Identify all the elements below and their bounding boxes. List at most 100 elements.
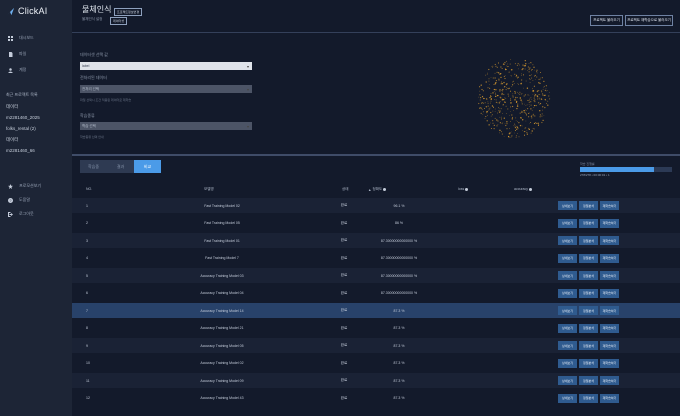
info-icon[interactable] bbox=[529, 187, 533, 191]
dataset-select[interactable]: label ▾ bbox=[80, 62, 252, 70]
table-row[interactable]: 9 Accuracy Training Model 05 완료 87.3 % 상세보기 정… bbox=[72, 338, 680, 353]
table-row[interactable]: 11 Accuracy Training Model 09 완료 87.3 % 상세보기… bbox=[72, 373, 680, 388]
viz-dot bbox=[501, 68, 503, 69]
table-row[interactable]: 5 Accuracy Training Model 03 완료 87.30000000… bbox=[72, 268, 680, 283]
dataset-badge[interactable]: 데이터셋 bbox=[110, 17, 128, 25]
nav-promotion[interactable]: 프로모션보기 bbox=[8, 183, 41, 189]
viz-dot bbox=[516, 133, 518, 135]
nav-logout[interactable]: 로그아웃 bbox=[8, 211, 34, 217]
retrain-button[interactable]: 재학습하기 bbox=[600, 271, 619, 280]
table-row[interactable]: 8 Accuracy Training Model 21 완료 87.3 % 상세보기 정… bbox=[72, 320, 680, 336]
detail-button[interactable]: 상세보기 bbox=[558, 376, 577, 385]
analysis-button[interactable]: 정밀분석 bbox=[579, 253, 598, 263]
table-row[interactable]: 2 Fast Training Model 05 완료 86 % 상세보기 정밀분석 재학습… bbox=[72, 215, 680, 231]
viz-dot bbox=[499, 129, 501, 131]
detail-button[interactable]: 상세보기 bbox=[558, 201, 577, 210]
table-row[interactable]: 3 Fast Training Model 01 완료 87.300000000000… bbox=[72, 233, 680, 248]
retrain-button[interactable]: 재학습하기 bbox=[600, 341, 619, 350]
retrain-button[interactable]: 재학습하기 bbox=[600, 236, 619, 245]
analysis-button[interactable]: 정밀분석 bbox=[579, 201, 598, 210]
analysis-button[interactable]: 정밀분석 bbox=[579, 376, 598, 385]
table-row[interactable]: 7 Accuracy Training Model 14 완료 87.3 % 상세보기 정… bbox=[72, 303, 680, 318]
detail-button[interactable]: 상세보기 bbox=[558, 288, 577, 298]
load-project-button[interactable]: 프로젝트 불러오기 bbox=[590, 15, 623, 26]
retrain-button[interactable]: 재학습하기 bbox=[600, 201, 619, 210]
viz-dot bbox=[508, 71, 510, 73]
detail-button[interactable]: 상세보기 bbox=[558, 323, 577, 333]
retrain-button[interactable]: 재학습하기 bbox=[600, 306, 619, 315]
analysis-button[interactable]: 정밀분석 bbox=[579, 271, 598, 280]
retrain-button[interactable]: 재학습하기 bbox=[600, 253, 619, 263]
info-icon[interactable] bbox=[465, 187, 469, 191]
retrain-button[interactable]: 재학습하기 bbox=[600, 376, 619, 385]
analysis-button[interactable]: 정밀분석 bbox=[579, 218, 598, 228]
retrain-button[interactable]: 재학습하기 bbox=[600, 218, 619, 228]
detail-button[interactable]: 상세보기 bbox=[558, 218, 577, 228]
viz-dot bbox=[496, 102, 498, 104]
training-type-select[interactable]: 학습 선택 ▾ bbox=[80, 122, 252, 130]
viz-dot bbox=[515, 101, 518, 103]
viz-dot bbox=[527, 70, 528, 72]
retrain-button[interactable]: 재학습하기 bbox=[600, 393, 619, 403]
nav-file[interactable]: 파일 bbox=[8, 51, 26, 57]
viz-dot bbox=[527, 127, 529, 129]
analysis-button[interactable]: 정밀분석 bbox=[579, 236, 598, 245]
viz-dot bbox=[510, 106, 512, 108]
viz-dot bbox=[532, 64, 534, 66]
project-item[interactable]: m2281460_2025 bbox=[6, 115, 40, 120]
viz-dot bbox=[521, 111, 523, 114]
viz-dot bbox=[526, 133, 528, 135]
detail-button[interactable]: 상세보기 bbox=[558, 341, 577, 350]
analysis-button[interactable]: 정밀분석 bbox=[579, 358, 598, 368]
analysis-button[interactable]: 정밀분석 bbox=[579, 341, 598, 350]
project-item[interactable]: 데이터 bbox=[6, 137, 18, 143]
retrain-project-button[interactable]: 프로젝트 재학습으로 불러오기 bbox=[625, 15, 673, 26]
viz-dot bbox=[533, 66, 535, 68]
col-accuracy[interactable]: ▲ 정확도 bbox=[368, 187, 387, 192]
project-item[interactable]: 데이터 bbox=[6, 104, 18, 110]
table-row[interactable]: 4 Fast Training Model 7 완료 87.3000000000000… bbox=[72, 250, 680, 266]
table-row[interactable]: 10 Accuracy Training Model 02 완료 87.3 % 상세보기… bbox=[72, 355, 680, 371]
detail-button[interactable]: 상세보기 bbox=[558, 358, 577, 368]
detail-button[interactable]: 상세보기 bbox=[558, 253, 577, 263]
viz-dot bbox=[505, 105, 507, 107]
dataset-select-value: label bbox=[82, 64, 90, 68]
cell-model-name: Fast Training Model 05 bbox=[204, 221, 240, 225]
info-icon[interactable] bbox=[383, 188, 387, 191]
viz-dot bbox=[521, 101, 523, 103]
retrain-button[interactable]: 재학습하기 bbox=[600, 358, 619, 368]
detail-button[interactable]: 상세보기 bbox=[558, 393, 577, 403]
nav-account[interactable]: 계정 bbox=[8, 67, 26, 73]
logo[interactable]: ClickAI bbox=[6, 6, 47, 16]
tab-result[interactable]: 결과 bbox=[107, 160, 134, 173]
analysis-button[interactable]: 정밀분석 bbox=[579, 393, 598, 403]
nav-label: 파일 bbox=[19, 51, 27, 56]
nav-help[interactable]: ? 도움말 bbox=[8, 197, 30, 203]
viz-dot bbox=[507, 63, 509, 65]
tab-compare[interactable]: 비교 bbox=[134, 160, 161, 173]
analysis-button[interactable]: 정밀분석 bbox=[579, 306, 598, 315]
viz-dot bbox=[499, 122, 502, 124]
viz-dot bbox=[498, 102, 500, 104]
retrain-button[interactable]: 재학습하기 bbox=[600, 323, 619, 333]
project-item[interactable]: folks_rental (2) bbox=[6, 126, 36, 131]
table-row[interactable]: 1 Fast Training Model 02 완료 96.1 % 상세보기 정밀분석 재… bbox=[72, 198, 680, 213]
nav-dashboard[interactable]: 대시보드 bbox=[8, 35, 34, 41]
detail-button[interactable]: 상세보기 bbox=[558, 236, 577, 245]
preprocess-select[interactable]: 전처리 선택 ▾ bbox=[80, 85, 252, 93]
table-row[interactable]: 6 Accuracy Training Model 04 완료 87.30000000… bbox=[72, 285, 680, 301]
detail-button[interactable]: 상세보기 bbox=[558, 306, 577, 315]
project-info-badge[interactable]: 프로젝트정보변경 bbox=[114, 8, 143, 16]
analysis-button[interactable]: 정밀분석 bbox=[579, 323, 598, 333]
retrain-button[interactable]: 재학습하기 bbox=[600, 288, 619, 298]
tab-training[interactable]: 학습중 bbox=[80, 160, 107, 173]
table-row[interactable]: 12 Accuracy Training Model 43 완료 87.3 % 상세보기… bbox=[72, 390, 680, 406]
viz-dot bbox=[517, 76, 519, 78]
project-item[interactable]: m2281460_66 bbox=[6, 148, 35, 153]
viz-dot bbox=[511, 84, 514, 86]
viz-dot bbox=[498, 62, 500, 64]
detail-button[interactable]: 상세보기 bbox=[558, 271, 577, 280]
viz-dot bbox=[484, 98, 485, 99]
analysis-button[interactable]: 정밀분석 bbox=[579, 288, 598, 298]
viz-dot bbox=[494, 83, 497, 85]
